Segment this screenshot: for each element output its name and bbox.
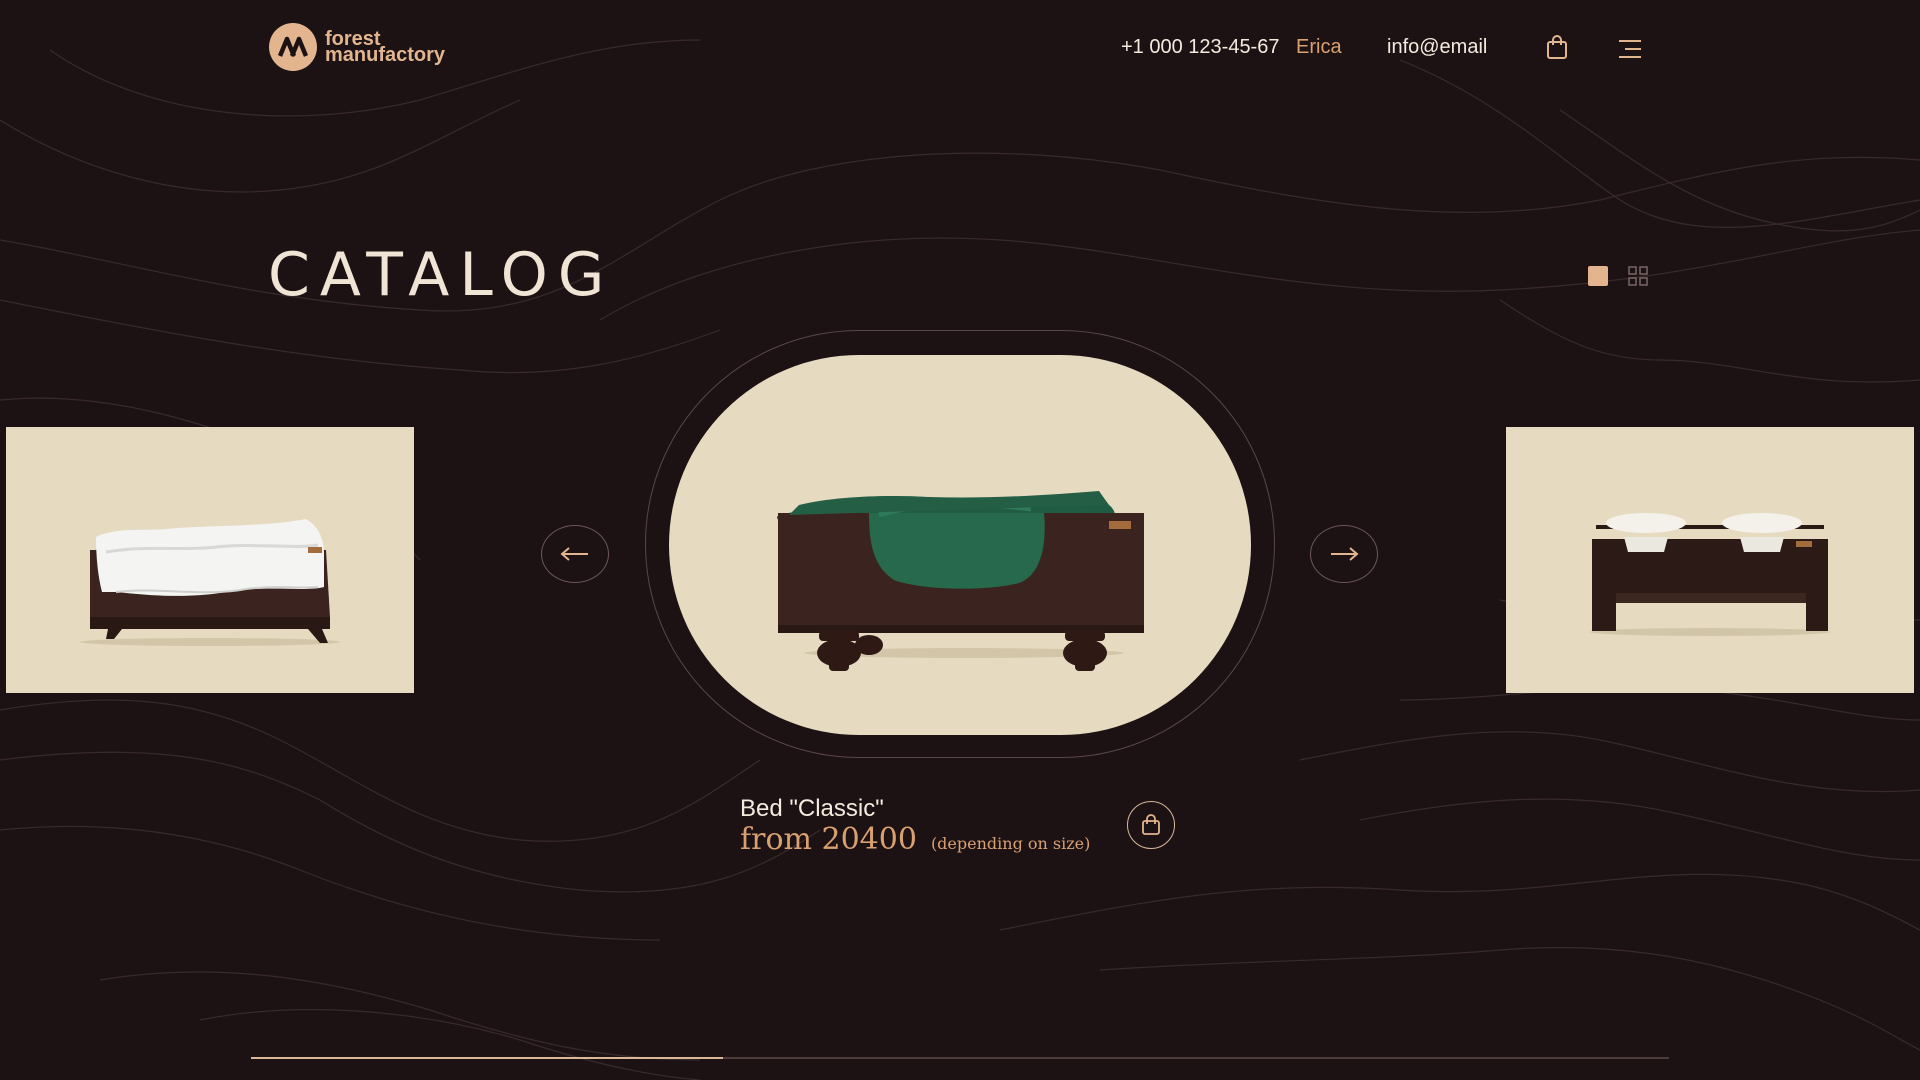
contact-name: Erica	[1296, 36, 1342, 58]
product-image-bowl-stand	[1590, 513, 1830, 636]
carousel-progress-fill	[251, 1057, 724, 1059]
carousel-progress	[251, 1057, 1669, 1059]
brand-logo[interactable]: forest manufactory	[269, 23, 445, 71]
product-image-classic-bed	[777, 491, 1144, 671]
shopping-bag-icon	[1142, 814, 1160, 835]
add-to-cart-button[interactable]	[1127, 801, 1175, 849]
price-note: (depending on size)	[930, 834, 1091, 853]
grid-view-icon[interactable]	[1628, 266, 1648, 286]
brand-name: forest manufactory	[325, 29, 446, 66]
shopping-bag-icon[interactable]	[1545, 34, 1569, 60]
arrow-left-icon	[560, 547, 588, 561]
logo-icon	[269, 23, 317, 71]
phone-link[interactable]: +1 000 123-45-67	[1121, 36, 1279, 59]
product-price: from 20400	[740, 822, 917, 857]
product-card-prev[interactable]	[6, 427, 414, 693]
single-view-toggle[interactable]	[1588, 266, 1608, 286]
page-title: CATALOG	[268, 240, 615, 310]
carousel-prev-button[interactable]	[541, 525, 609, 583]
email-link[interactable]: info@email	[1387, 36, 1487, 59]
brand-name-line2: manufactory	[325, 44, 446, 66]
product-name: Bed "Classic"	[740, 795, 884, 822]
arrow-right-icon	[1331, 547, 1359, 561]
price-row: from 20400 (depending on size)	[740, 822, 1090, 857]
product-card-active[interactable]	[669, 355, 1251, 735]
product-image-white-bed	[80, 519, 340, 646]
product-card-next[interactable]	[1506, 427, 1914, 693]
hamburger-menu-icon[interactable]	[1617, 38, 1643, 60]
carousel-next-button[interactable]	[1310, 525, 1378, 583]
